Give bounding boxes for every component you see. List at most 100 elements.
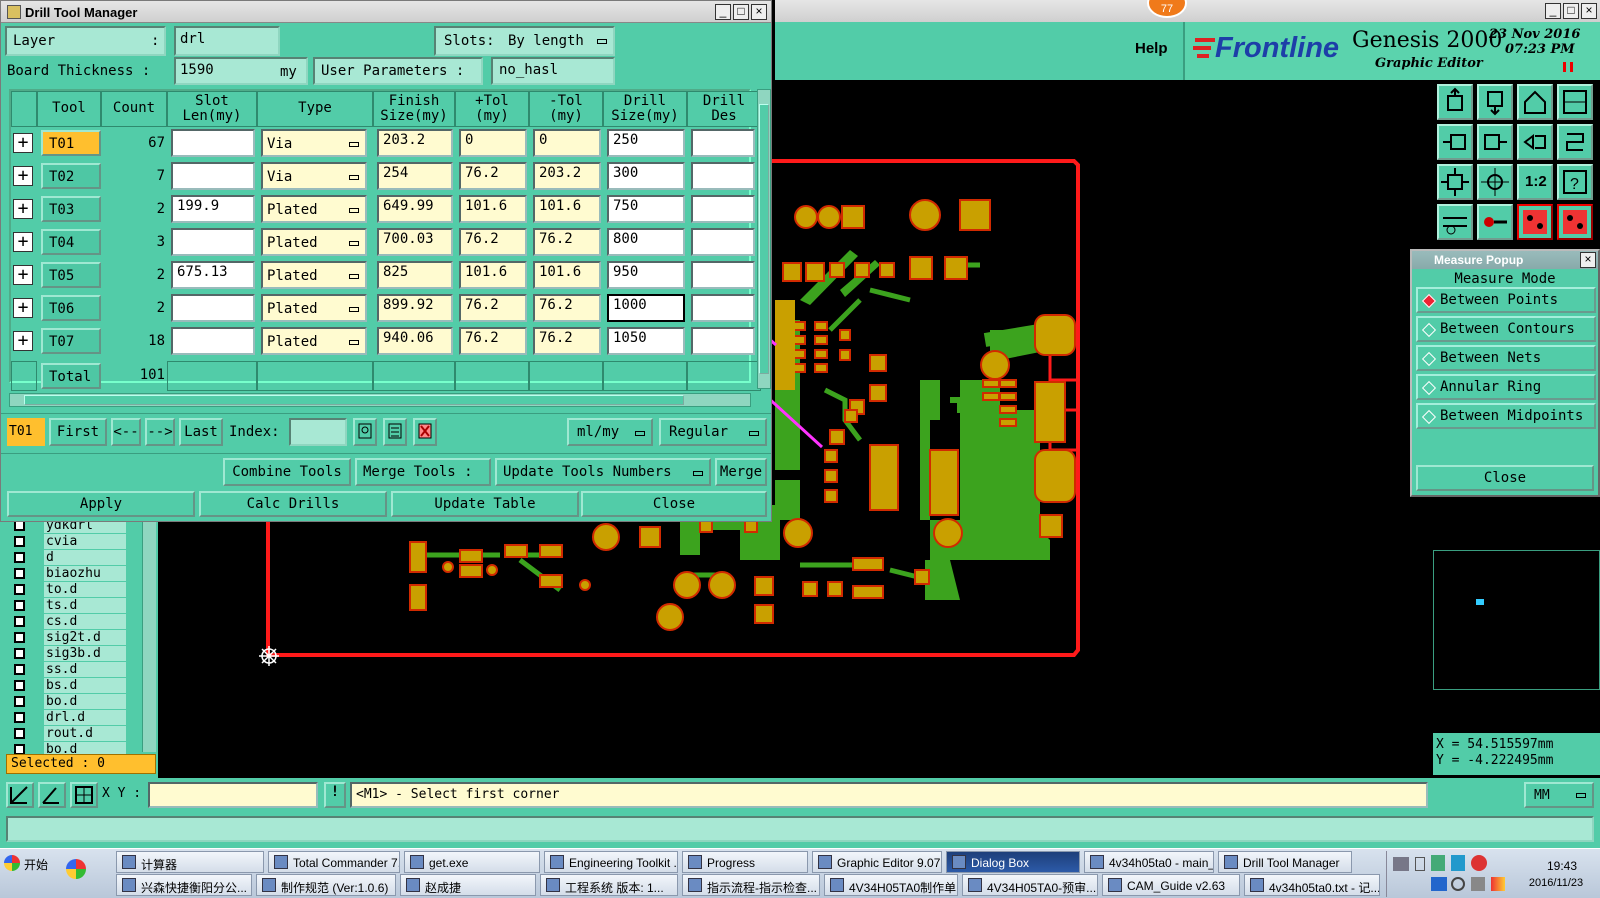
window-icon[interactable] xyxy=(1557,84,1593,120)
slot-len-input[interactable] xyxy=(171,162,255,190)
drill-des-input[interactable] xyxy=(691,228,755,256)
finish-size-input[interactable]: 700.03 xyxy=(377,228,453,256)
update-tools-numbers-dropdown[interactable]: Update Tools Numbers xyxy=(495,458,711,486)
sort-tools-icon[interactable] xyxy=(383,418,407,446)
taskbar-item[interactable]: 4V34H05TA0-预审... xyxy=(962,874,1098,896)
drill-des-input[interactable] xyxy=(691,162,755,190)
table-horizontal-scrollbar[interactable] xyxy=(9,393,751,407)
drill-size-input[interactable]: 1000 xyxy=(607,294,685,322)
expand-row-icon[interactable]: + xyxy=(13,133,33,153)
layer-checkbox[interactable] xyxy=(14,616,25,627)
drill-size-input[interactable]: 800 xyxy=(607,228,685,256)
tray-arrow-icon[interactable] xyxy=(1415,857,1425,871)
user-parameters-input[interactable]: no_hasl xyxy=(491,57,615,85)
layer-checkbox[interactable] xyxy=(14,696,25,707)
taskbar-item[interactable]: 计算器 xyxy=(116,851,264,873)
update-table-button[interactable]: Update Table xyxy=(391,491,579,517)
slot-len-input[interactable]: 199.9 xyxy=(171,195,255,223)
layer-checkbox[interactable] xyxy=(14,584,25,595)
drill-des-input[interactable] xyxy=(691,294,755,322)
slot-len-input[interactable] xyxy=(171,327,255,355)
layer-list-item[interactable]: biaozhu xyxy=(10,566,128,582)
key-icon[interactable] xyxy=(1477,204,1513,240)
units-dropdown[interactable]: ml/my xyxy=(567,418,653,446)
taskbar-item[interactable]: 4v34h05ta0 - main_qa xyxy=(1084,851,1214,873)
drill-size-input[interactable]: 750 xyxy=(607,195,685,223)
calc-drills-button[interactable]: Calc Drills xyxy=(199,491,387,517)
layer-list-scrollbar[interactable] xyxy=(142,522,156,752)
prev-button[interactable]: <-- xyxy=(111,418,141,446)
drill-minimize-button[interactable]: _ xyxy=(715,4,731,20)
taskbar-item[interactable]: Drill Tool Manager xyxy=(1218,851,1352,873)
type-dropdown[interactable]: Plated xyxy=(261,327,367,355)
close-drill-button[interactable]: Close xyxy=(581,491,767,517)
slot-len-input[interactable] xyxy=(171,129,255,157)
security-icon[interactable] xyxy=(1491,877,1505,891)
type-dropdown[interactable]: Plated xyxy=(261,228,367,256)
layer-list-item[interactable]: to.d xyxy=(10,582,128,598)
col-minus-tol[interactable]: -Tol (my) xyxy=(529,91,603,127)
scale-1-2-icon[interactable]: 1:2 xyxy=(1517,164,1553,200)
slot-len-input[interactable] xyxy=(171,228,255,256)
minimize-button[interactable]: _ xyxy=(1545,3,1561,19)
tray-app-icon[interactable] xyxy=(1451,855,1465,871)
tool-name[interactable]: T07 xyxy=(41,328,101,354)
message-field[interactable] xyxy=(6,816,1594,842)
minus-tol-input[interactable]: 76.2 xyxy=(533,294,601,322)
tool-name[interactable]: T05 xyxy=(41,262,101,288)
layer-list-item[interactable]: d xyxy=(10,550,128,566)
taskbar-item[interactable]: Graphic Editor 9.07... xyxy=(812,851,942,873)
expand-row-icon[interactable]: + xyxy=(13,298,33,318)
close-button[interactable]: × xyxy=(1581,3,1597,19)
col-count[interactable]: Count xyxy=(101,91,167,127)
plus-tol-input[interactable]: 76.2 xyxy=(459,327,527,355)
taskbar-item[interactable]: Dialog Box xyxy=(946,851,1080,873)
warning-icon[interactable]: ! xyxy=(324,782,346,808)
index-input[interactable] xyxy=(289,418,347,446)
layer-checkbox[interactable] xyxy=(14,568,25,579)
drill-des-input[interactable] xyxy=(691,261,755,289)
finish-size-input[interactable]: 940.06 xyxy=(377,327,453,355)
start-button[interactable]: 开始 xyxy=(2,852,54,874)
layer-checkbox[interactable] xyxy=(14,648,25,659)
layer-checkbox[interactable] xyxy=(14,728,25,739)
help-menu[interactable]: Help xyxy=(1135,40,1168,57)
board-thickness-input[interactable]: 1590 my xyxy=(174,57,308,85)
layer-checkbox[interactable] xyxy=(14,712,25,723)
slot-len-input[interactable] xyxy=(171,294,255,322)
measure-icon[interactable] xyxy=(1437,204,1473,240)
last-button[interactable]: Last xyxy=(179,418,223,446)
taskbar-item[interactable]: 4v34h05ta0.txt - 记... xyxy=(1244,874,1380,896)
apply-button[interactable]: Apply xyxy=(7,491,195,517)
clock-time[interactable]: 19:43 xyxy=(1527,859,1597,873)
taskbar-item[interactable]: get.exe xyxy=(404,851,540,873)
type-dropdown[interactable]: Via xyxy=(261,162,367,190)
usb-icon[interactable] xyxy=(1431,855,1445,871)
zoom-home-icon[interactable] xyxy=(1437,84,1473,120)
mode-dropdown[interactable]: Regular xyxy=(659,418,767,446)
tool-name[interactable]: T04 xyxy=(41,229,101,255)
grid-mode-icon[interactable] xyxy=(70,782,98,808)
net-analyzer-icon[interactable] xyxy=(1517,204,1553,240)
layer-list-item[interactable]: ss.d xyxy=(10,662,128,678)
measure-close-icon[interactable]: × xyxy=(1580,252,1596,268)
units-selector[interactable]: MM xyxy=(1524,782,1594,808)
maximize-button[interactable]: □ xyxy=(1563,3,1579,19)
plus-tol-input[interactable]: 76.2 xyxy=(459,162,527,190)
layer-list-item[interactable]: drl.d xyxy=(10,710,128,726)
expand-row-icon[interactable]: + xyxy=(13,331,33,351)
col-type[interactable]: Type xyxy=(257,91,373,127)
pan-right-icon[interactable] xyxy=(1477,124,1513,160)
col-slot-len[interactable]: Slot Len(my) xyxy=(167,91,257,127)
center-icon[interactable] xyxy=(1477,164,1513,200)
taskbar-item[interactable]: CAM_Guide v2.63 xyxy=(1102,874,1240,896)
taskbar-item[interactable]: 指示流程-指示检查... xyxy=(682,874,820,896)
expand-row-icon[interactable]: + xyxy=(13,199,33,219)
drill-maximize-button[interactable]: □ xyxy=(733,4,749,20)
clock-date[interactable]: 2016/11/23 xyxy=(1515,877,1597,889)
minus-tol-input[interactable]: 76.2 xyxy=(533,228,601,256)
measure-close-button[interactable]: Close xyxy=(1416,465,1594,491)
layer-checkbox[interactable] xyxy=(14,552,25,563)
snap-mode-icon[interactable] xyxy=(6,782,34,808)
drill-des-input[interactable] xyxy=(691,129,755,157)
